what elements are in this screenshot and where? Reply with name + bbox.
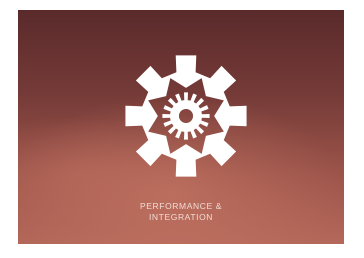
tile-caption: PERFORMANCE & INTEGRATION — [18, 201, 344, 223]
gear-icon — [125, 55, 247, 177]
caption-line-2: INTEGRATION — [148, 212, 214, 222]
performance-integration-tile[interactable]: PERFORMANCE & INTEGRATION — [18, 10, 344, 244]
caption-line-1: PERFORMANCE & — [140, 201, 222, 211]
